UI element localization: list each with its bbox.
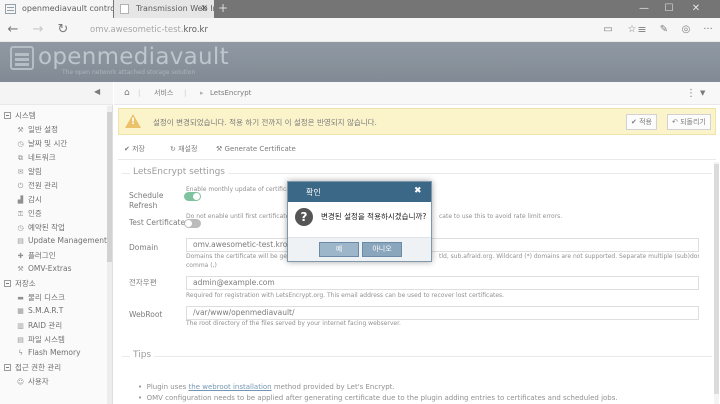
dialog-message: 변경된 설정을 적용하시겠습니까? (321, 212, 427, 221)
confirm-dialog: 확인 ✖ ? 변경된 설정을 적용하시겠습니까? 예 아니오 (287, 181, 432, 262)
question-icon: ? (295, 208, 313, 226)
dialog-footer: 예 아니오 (288, 237, 431, 261)
close-icon[interactable]: ✖ (414, 186, 422, 196)
dialog-header: 확인 ✖ (288, 182, 431, 202)
dialog-title: 확인 (306, 188, 321, 197)
no-button[interactable]: 아니오 (362, 242, 402, 257)
yes-button[interactable]: 예 (319, 242, 359, 257)
